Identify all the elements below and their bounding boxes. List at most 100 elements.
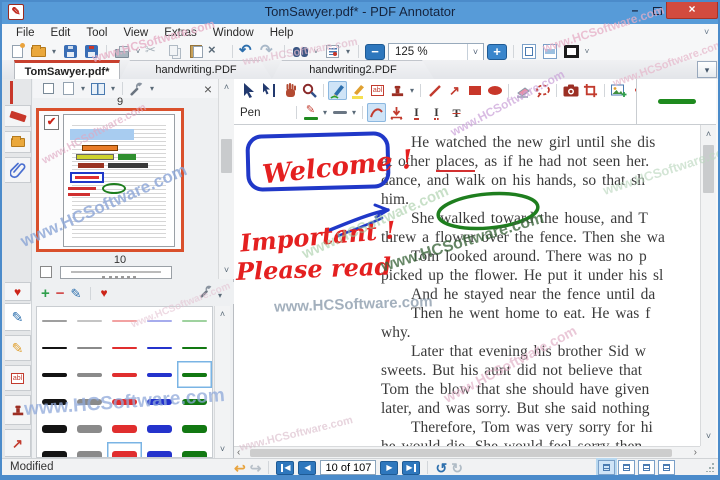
settings-button[interactable] bbox=[128, 80, 146, 97]
palette-settings-dropdown[interactable]: ▾ bbox=[216, 291, 224, 300]
lasso-tool-button[interactable] bbox=[533, 81, 552, 100]
history-back-button[interactable]: ↺ bbox=[435, 461, 447, 475]
menu-edit[interactable]: Edit bbox=[43, 25, 79, 41]
goto-dropdown[interactable]: ▾ bbox=[344, 47, 352, 56]
pen-style-cell[interactable] bbox=[37, 388, 72, 415]
fullscreen-button[interactable] bbox=[562, 43, 580, 60]
open-dropdown[interactable]: ▾ bbox=[50, 47, 58, 56]
document-page[interactable]: He watched the new girl until she dis at … bbox=[234, 125, 700, 446]
scroll-up-arrow[interactable]: ˄ bbox=[219, 82, 234, 92]
pen-style-cell[interactable] bbox=[107, 361, 142, 388]
pen-style-cell[interactable] bbox=[177, 361, 212, 388]
settings-dropdown[interactable]: ▾ bbox=[148, 84, 156, 93]
line-end-style-1-button[interactable]: I bbox=[407, 103, 426, 122]
palette-tab-highlighter[interactable]: ✎ bbox=[5, 335, 31, 361]
document-vertical-scrollbar[interactable]: ˄ ˅ bbox=[700, 125, 716, 446]
next-page-button[interactable]: ▶ bbox=[380, 460, 399, 475]
undo-button[interactable]: ↶ bbox=[239, 43, 257, 60]
pen-style-cell[interactable] bbox=[142, 307, 177, 334]
text-select-tool-button[interactable] bbox=[260, 81, 279, 100]
tab-tomsawyer[interactable]: TomSawyer.pdf* bbox=[14, 60, 120, 79]
go-back-button[interactable]: ↩ bbox=[234, 461, 246, 475]
palette-settings-button[interactable]: ▾ bbox=[200, 285, 224, 301]
page-actions-dropdown[interactable]: ▾ bbox=[79, 84, 87, 93]
zoom-tool-button[interactable] bbox=[300, 81, 319, 100]
smooth-curve-button[interactable] bbox=[367, 103, 386, 122]
scroll-up-arrow[interactable]: ˄ bbox=[215, 309, 230, 319]
pen-color-dropdown[interactable]: ▾ bbox=[321, 108, 329, 117]
scroll-thumb[interactable] bbox=[703, 145, 714, 193]
pen-style-cell[interactable] bbox=[37, 361, 72, 388]
palette-tab-pen[interactable]: ✎ bbox=[5, 303, 31, 331]
page-actions-button[interactable] bbox=[59, 80, 77, 97]
menu-tool[interactable]: Tool bbox=[78, 25, 115, 41]
facing-pages-layout-button[interactable] bbox=[638, 460, 655, 475]
palette-tab-favorites[interactable]: ♥ bbox=[5, 282, 31, 301]
two-column-layout-button[interactable] bbox=[658, 460, 675, 475]
ellipse-tool-button[interactable] bbox=[485, 81, 504, 100]
pen-style-cell[interactable] bbox=[107, 388, 142, 415]
fit-page-button[interactable] bbox=[520, 43, 538, 60]
pen-color-button[interactable]: ✎ bbox=[301, 103, 320, 122]
sidebar-tab-bookmarks[interactable] bbox=[5, 105, 31, 127]
underlined-word[interactable]: places bbox=[435, 153, 475, 172]
add-style-button[interactable]: + bbox=[41, 286, 50, 301]
delete-button[interactable]: × bbox=[208, 43, 226, 60]
tab-handwriting[interactable]: handwriting.PDF bbox=[120, 60, 272, 79]
menu-view[interactable]: View bbox=[115, 25, 156, 41]
pen-style-cell[interactable] bbox=[107, 415, 142, 442]
zoom-combo-arrow[interactable]: ˅ bbox=[467, 43, 483, 60]
pen-tool-button[interactable] bbox=[328, 81, 347, 100]
scroll-thumb[interactable] bbox=[221, 139, 232, 173]
single-page-layout-button[interactable] bbox=[598, 460, 615, 475]
minimize-button[interactable]: – bbox=[624, 3, 646, 19]
zoom-level-combobox[interactable]: 125 % ˅ bbox=[388, 42, 484, 61]
pen-style-cell[interactable] bbox=[72, 415, 107, 442]
pen-style-cell[interactable] bbox=[37, 415, 72, 442]
scroll-down-arrow[interactable]: ˅ bbox=[215, 444, 230, 454]
line-tool-button[interactable] bbox=[425, 81, 444, 100]
document-horizontal-scrollbar[interactable]: ‹ › bbox=[234, 446, 700, 458]
palette-tab-arrow[interactable]: ↗ bbox=[5, 429, 31, 457]
edit-style-button[interactable]: ✎ bbox=[71, 287, 82, 300]
palette-scrollbar[interactable]: ˄ ˅ bbox=[214, 306, 230, 458]
new-document-button[interactable] bbox=[8, 43, 26, 60]
layout-view-button[interactable] bbox=[89, 80, 107, 97]
pen-style-cell[interactable] bbox=[177, 388, 212, 415]
go-forward-button[interactable]: ↪ bbox=[250, 461, 262, 475]
fit-width-button[interactable] bbox=[541, 43, 559, 60]
first-page-button[interactable]: ◀ bbox=[276, 460, 295, 475]
page-9-checkbox[interactable]: ✔ bbox=[44, 115, 59, 130]
arrow-tool-button[interactable]: ↗ bbox=[445, 81, 464, 100]
sidebar-tab-pages[interactable] bbox=[5, 131, 31, 153]
scroll-right-arrow[interactable]: › bbox=[694, 447, 697, 458]
page-9-thumbnail[interactable]: ✔ bbox=[36, 108, 184, 252]
pen-style-cell[interactable] bbox=[107, 442, 142, 457]
previous-page-button[interactable]: ◀ bbox=[298, 460, 317, 475]
pen-style-cell[interactable] bbox=[72, 307, 107, 334]
pen-style-cell[interactable] bbox=[72, 361, 107, 388]
cut-button[interactable]: ✂ bbox=[145, 43, 163, 60]
menu-window[interactable]: Window bbox=[205, 25, 262, 41]
open-button[interactable] bbox=[29, 43, 47, 60]
page-number-input[interactable] bbox=[320, 460, 377, 475]
pen-style-cell[interactable] bbox=[72, 388, 107, 415]
pen-style-cell[interactable] bbox=[72, 442, 107, 457]
palette-tab-stamp[interactable] bbox=[5, 395, 31, 425]
page-10-checkbox[interactable] bbox=[40, 266, 52, 278]
insert-image-button[interactable] bbox=[609, 81, 628, 100]
pen-style-cell[interactable] bbox=[142, 442, 177, 457]
pen-style-cell[interactable] bbox=[37, 334, 72, 361]
history-forward-button[interactable]: ↻ bbox=[451, 461, 463, 475]
find-button[interactable] bbox=[291, 43, 309, 60]
pen-style-cell[interactable] bbox=[37, 307, 72, 334]
favorite-style-button[interactable]: ♥ bbox=[100, 287, 107, 299]
please-read-ink-text[interactable]: Please read bbox=[234, 252, 392, 286]
zoom-out-button[interactable]: − bbox=[365, 43, 385, 60]
pen-style-cell[interactable] bbox=[107, 334, 142, 361]
text-tool-button[interactable]: abl bbox=[368, 81, 387, 100]
scroll-left-arrow[interactable]: ‹ bbox=[237, 447, 240, 458]
find-dropdown[interactable]: ˅ bbox=[312, 47, 320, 56]
save-as-button[interactable] bbox=[82, 43, 100, 60]
paste-button[interactable] bbox=[187, 43, 205, 60]
